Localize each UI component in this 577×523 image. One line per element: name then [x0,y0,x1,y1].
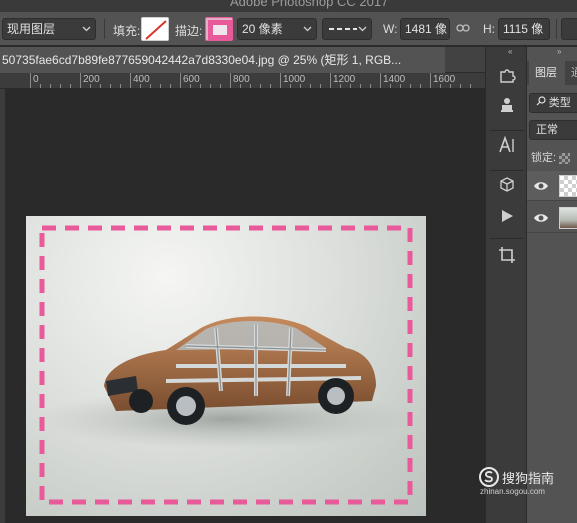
collapse-icon[interactable]: « [508,47,524,57]
stroke-width-field[interactable]: 20 像素 [237,18,317,40]
ruler-tick [430,73,431,88]
height-field[interactable]: 1115 像 [498,18,550,40]
document-tab[interactable]: 50735fae6cd7b89fe877659042442a7d8330e04.… [0,47,445,73]
ruler-tick [280,73,281,88]
stroke-label: 描边: [175,24,203,38]
lock-transparency-icon[interactable] [559,152,571,164]
window-title: Adobe Photoshop CC 2017 [230,0,389,9]
tab-layers[interactable]: 图层 [529,61,565,85]
width-field[interactable]: 1481 像 [400,18,450,40]
ruler-label: 1600 [433,74,456,85]
panel-icon-strip: « [485,47,526,523]
link-icon[interactable] [456,21,470,38]
ruler-tick [130,73,131,88]
stroke-width-value: 20 像素 [242,22,283,36]
collapse-icon[interactable]: » [557,47,573,59]
divider [556,19,557,39]
eye-icon[interactable] [533,178,549,194]
divider [490,238,524,239]
ruler-tick [30,73,31,88]
watermark-domain: zhinan.sogou.com [480,487,545,496]
eye-icon[interactable] [533,210,549,226]
window-title-bar: Adobe Photoshop CC 2017 [0,0,577,12]
chevron-down-icon [358,20,367,39]
ruler-label: 800 [233,74,250,85]
tab-bar-empty [448,47,484,73]
stroke-type-select[interactable] [322,18,372,40]
layer-filter-label: 类型 [548,97,571,109]
layer-thumbnail [559,175,577,197]
lock-row: 锁定: [531,149,571,167]
ruler-label: 1000 [283,74,306,85]
path-ops-button[interactable] [561,18,577,40]
divider [490,170,524,171]
sogou-logo-icon [479,467,499,487]
no-fill-icon [142,18,168,40]
layers-panel: » 图层 通 类型 正常 锁定: [526,47,577,523]
3d-cube-icon[interactable] [490,175,524,205]
play-icon[interactable] [490,205,524,235]
layer-row-shape[interactable] [527,171,577,201]
layer-select-value: 现用图层 [7,22,56,36]
ruler-tick [330,73,331,88]
document-tab-title: 50735fae6cd7b89fe877659042442a7d8330e04.… [2,53,402,67]
chevron-down-icon [303,20,312,39]
ruler-label: 0 [33,74,39,85]
layer-filter[interactable]: 类型 [529,93,577,113]
horizontal-ruler[interactable]: 0 200 400 600 800 1000 1200 1400 1600 [0,73,485,89]
watermark-brand: 搜狗指南 [502,471,555,486]
layer-row-background[interactable] [527,203,577,233]
ruler-label: 1400 [383,74,406,85]
stroke-color-icon [208,20,232,40]
divider [104,19,105,39]
document-tab-bar: 50735fae6cd7b89fe877659042442a7d8330e04.… [0,47,485,73]
blend-mode-select[interactable]: 正常 [529,120,577,140]
dashed-line-icon [329,28,357,30]
ruler-label: 1200 [333,74,356,85]
ruler-tick [230,73,231,88]
options-bar: 现用图层 填充: 描边: 20 像素 W: 1481 像 H: 1115 像 [0,12,577,46]
stroke-swatch[interactable] [205,17,233,41]
chevron-down-icon [82,20,91,39]
watermark: 搜狗指南 zhinan.sogou.com [476,466,576,516]
tab-channels[interactable]: 通 [571,61,577,85]
height-label: H: [483,22,495,36]
ruler-tick [80,73,81,88]
search-icon [536,96,549,109]
ruler-label: 400 [133,74,150,85]
crop-icon[interactable] [490,245,524,275]
lock-label: 锁定: [531,152,557,164]
ruler-label: 600 [183,74,200,85]
puzzle-icon[interactable] [490,65,524,95]
character-icon[interactable] [490,135,524,165]
panel-tabs: 图层 通 [527,61,577,85]
width-label: W: [383,22,398,36]
stamp-icon[interactable] [490,95,524,125]
height-value: 1115 像 [503,22,544,36]
divider [490,130,524,131]
width-value: 1481 像 [405,22,448,36]
ruler-label: 200 [83,74,100,85]
fill-swatch[interactable] [141,17,169,41]
layer-thumbnail [559,207,577,229]
layer-select[interactable]: 现用图层 [2,18,96,40]
car-photo [36,225,416,505]
fill-label: 填充: [113,24,141,38]
document-image[interactable] [26,216,426,516]
blend-mode-value: 正常 [536,124,558,136]
ruler-tick [380,73,381,88]
ruler-tick [180,73,181,88]
